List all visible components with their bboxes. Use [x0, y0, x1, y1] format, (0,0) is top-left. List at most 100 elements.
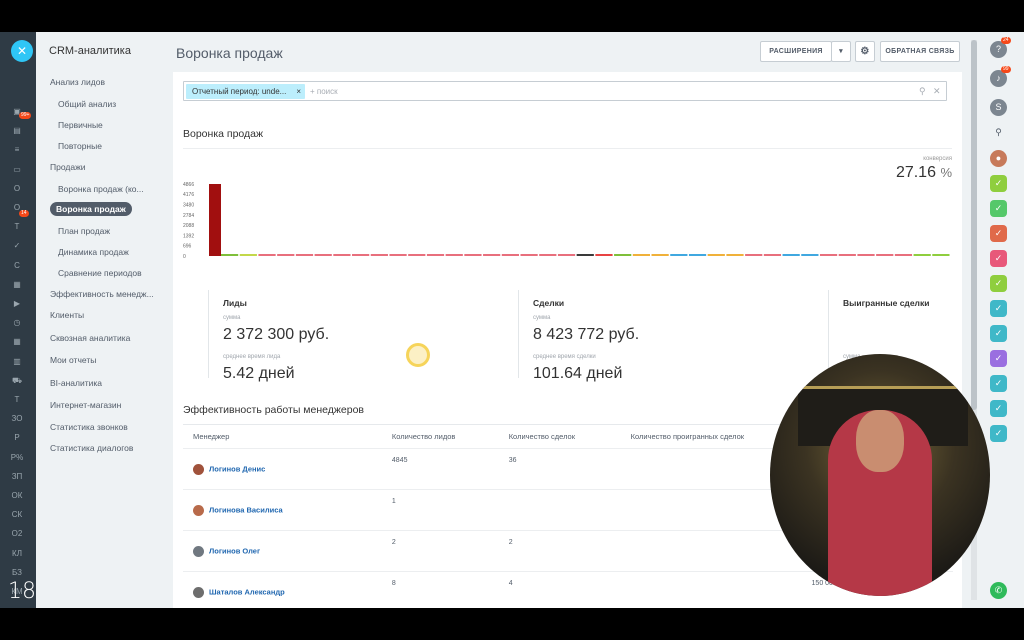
menu-item[interactable]: Сквозная аналитика	[50, 333, 130, 343]
funnel-bar[interactable]	[745, 254, 763, 256]
funnel-bar[interactable]	[632, 254, 651, 256]
funnel-bar[interactable]	[389, 254, 407, 256]
drive-icon[interactable]: ▥	[9, 356, 25, 368]
menu-item[interactable]: Продажи	[50, 162, 86, 172]
funnel-bar[interactable]	[314, 254, 332, 256]
funnel-bar[interactable]	[651, 254, 669, 256]
funnel-bar[interactable]	[819, 254, 838, 256]
funnel-bar[interactable]	[258, 254, 276, 256]
funnel-bar[interactable]	[876, 254, 894, 256]
funnel-bar[interactable]	[894, 254, 913, 256]
manager-link[interactable]: Шаталов Александр	[209, 587, 285, 596]
apps-icon[interactable]: ▦	[9, 279, 25, 291]
task-icon[interactable]: ✓	[990, 225, 1007, 242]
o-icon[interactable]: О	[9, 183, 25, 195]
funnel-bar[interactable]	[614, 254, 632, 256]
funnel-bar[interactable]	[857, 254, 875, 256]
funnel-bar[interactable]	[209, 184, 221, 256]
menu-item[interactable]: Интернет-магазин	[50, 400, 121, 410]
group-avatar[interactable]: ●	[990, 150, 1007, 167]
funnel-bar[interactable]	[426, 254, 445, 256]
funnel-bar[interactable]	[763, 254, 782, 256]
clear-filter-icon[interactable]: ✕	[933, 86, 941, 97]
funnel-bar[interactable]	[782, 254, 800, 256]
calendar-icon[interactable]: ▦	[9, 336, 25, 348]
funnel-bar[interactable]	[445, 254, 463, 256]
funnel-bar[interactable]	[726, 254, 744, 256]
funnel-bar[interactable]	[707, 254, 725, 256]
funnel-bar[interactable]	[239, 254, 257, 256]
funnel-bar[interactable]	[333, 254, 351, 256]
menu-item[interactable]: Анализ лидов	[50, 77, 105, 87]
task-icon[interactable]: ✓	[990, 175, 1007, 192]
clock-icon[interactable]: ◷	[9, 317, 25, 329]
search-icon[interactable]: ⚲	[919, 86, 926, 97]
task-icon[interactable]: ✓	[990, 275, 1007, 292]
task-icon[interactable]: ✓	[990, 200, 1007, 217]
task-icon[interactable]: ✓	[990, 250, 1007, 267]
funnel-bar[interactable]	[352, 254, 370, 256]
funnel-bar[interactable]	[221, 254, 239, 256]
extensions-dropdown[interactable]: ▾	[831, 41, 851, 62]
funnel-bar[interactable]	[483, 254, 501, 256]
menu-item[interactable]: Динамика продаж	[58, 247, 129, 257]
funnel-bar[interactable]	[408, 254, 426, 256]
task-icon[interactable]: ✓	[990, 325, 1007, 342]
task-icon[interactable]: ✓	[990, 375, 1007, 392]
extensions-button[interactable]: РАСШИРЕНИЯ	[760, 41, 832, 62]
funnel-bar[interactable]	[295, 254, 314, 256]
sk-icon[interactable]: СК	[9, 509, 25, 521]
manager-link[interactable]: Логинов Олег	[209, 546, 260, 555]
funnel-bar[interactable]	[670, 254, 688, 256]
scrollbar-thumb[interactable]	[971, 40, 977, 410]
zp-icon[interactable]: ЗП	[9, 471, 25, 483]
funnel-bar[interactable]	[932, 254, 950, 256]
task-icon[interactable]: ✓	[990, 300, 1007, 317]
funnel-bar[interactable]	[501, 254, 519, 256]
funnel-bar[interactable]	[520, 254, 538, 256]
t-icon[interactable]: Т	[9, 221, 25, 233]
funnel-bar[interactable]	[557, 254, 576, 256]
funnel-bar[interactable]	[277, 254, 295, 256]
settings-button[interactable]: ⚙	[855, 41, 875, 62]
menu-item[interactable]: Первичные	[58, 120, 103, 130]
funnel-bar[interactable]	[838, 254, 856, 256]
rpct-icon[interactable]: Р%	[9, 452, 25, 464]
c-icon[interactable]: С	[9, 260, 25, 272]
menu-item[interactable]: Статистика звонков	[50, 422, 128, 432]
task-icon[interactable]: ✓	[990, 400, 1007, 417]
t-icon[interactable]: Т	[9, 394, 25, 406]
r-icon[interactable]: Р	[9, 432, 25, 444]
cart-icon[interactable]: ⛟	[9, 375, 25, 387]
stream-icon[interactable]: ≡	[9, 144, 25, 156]
funnel-bar[interactable]	[595, 254, 613, 256]
funnel-bar[interactable]	[913, 254, 931, 256]
column-header[interactable]: Количество лидов	[381, 424, 499, 449]
menu-item[interactable]: Мои отчеты	[50, 355, 96, 365]
chip-close-icon[interactable]: ×	[296, 84, 301, 99]
feedback-button[interactable]: ОБРАТНАЯ СВЯЗЬ	[880, 41, 960, 62]
o2-icon[interactable]: О2	[9, 528, 25, 540]
funnel-bar[interactable]	[576, 254, 594, 256]
manager-link[interactable]: Логинова Василиса	[209, 505, 283, 514]
funnel-bar[interactable]	[464, 254, 482, 256]
inbox-icon[interactable]: ▤	[9, 125, 25, 137]
filter-bar[interactable]: Отчетный период: unde... × + поиск ⚲ ✕	[183, 81, 947, 101]
funnel-bar[interactable]	[688, 254, 707, 256]
close-menu-button[interactable]: ✕	[11, 40, 33, 62]
task-icon[interactable]: ✓	[990, 350, 1007, 367]
tasks-icon[interactable]: ✓	[9, 240, 25, 252]
zo-icon[interactable]: ЗО	[9, 413, 25, 425]
funnel-bar[interactable]	[370, 254, 388, 256]
chat-icon[interactable]: ▭	[9, 164, 25, 176]
menu-item[interactable]: Повторные	[58, 141, 102, 151]
menu-item[interactable]: Воронка продаж (ко...	[58, 184, 144, 194]
video-icon[interactable]: ▶	[9, 298, 25, 310]
menu-item[interactable]: Статистика диалогов	[50, 443, 133, 453]
search-icon[interactable]: ⚲	[990, 124, 1007, 141]
task-icon[interactable]: ✓	[990, 425, 1007, 442]
menu-item[interactable]: Эффективность менедж...	[50, 289, 154, 299]
menu-item[interactable]: BI-аналитика	[50, 378, 102, 388]
phone-icon[interactable]: ✆	[990, 582, 1007, 599]
funnel-bar[interactable]	[539, 254, 557, 256]
